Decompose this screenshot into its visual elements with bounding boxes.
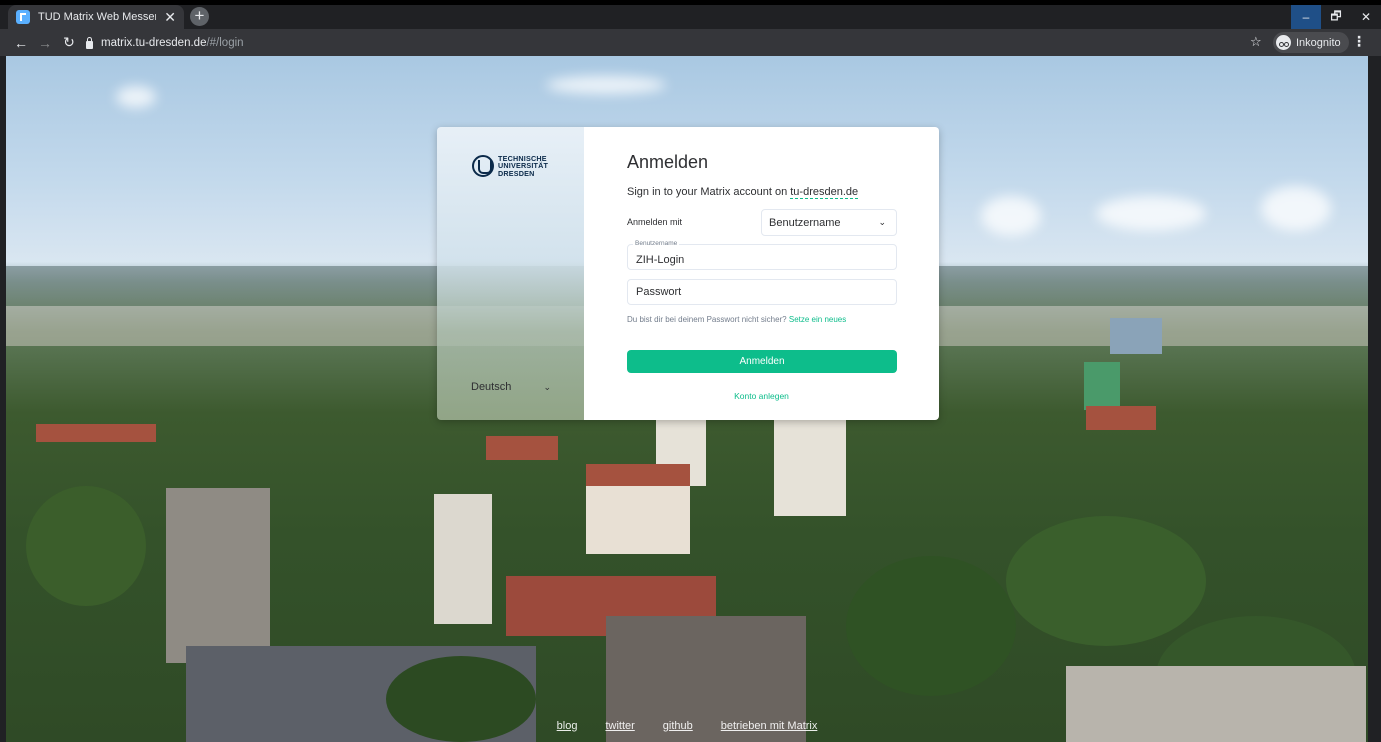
brand-panel: TECHNISCHE UNIVERSITÄT DRESDEN Deutsch ⌄: [437, 127, 584, 420]
reload-icon[interactable]: ↻: [57, 34, 81, 51]
tud-logo-icon: [472, 155, 494, 178]
building: [1084, 362, 1120, 410]
page-title: Anmelden: [627, 152, 709, 172]
cloud: [1261, 186, 1331, 231]
login-with-label: Anmelden mit: [627, 217, 683, 227]
username-field[interactable]: Benutzername ZIH-Login: [627, 240, 897, 270]
login-form: Anmelden Sign in to your Matrix account …: [584, 127, 939, 420]
cloud: [546, 76, 666, 94]
building: [774, 416, 846, 516]
tab-title: TUD Matrix Web Messenger: [38, 11, 156, 23]
building: [166, 488, 270, 663]
chevron-down-icon: ⌄: [543, 381, 551, 392]
tree: [1006, 516, 1206, 646]
kebab-menu-icon[interactable]: ⋮: [1352, 33, 1366, 50]
password-hint: Du bist dir bei deinem Passwort nicht si…: [627, 315, 847, 324]
footer-link-github[interactable]: github: [663, 720, 693, 732]
red-roof: [36, 424, 156, 442]
create-account-link[interactable]: Konto anlegen: [584, 391, 939, 401]
login-card: TECHNISCHE UNIVERSITÄT DRESDEN Deutsch ⌄…: [437, 127, 939, 420]
close-window-button[interactable]: ✕: [1351, 5, 1381, 29]
browser-toolbar: ← → ↻ matrix.tu-dresden.de/#/login ☆ Ink…: [0, 29, 1381, 56]
window-controls: – 🗗 ✕: [1291, 5, 1381, 29]
login-type-value: Benutzername: [769, 216, 841, 229]
restore-button[interactable]: 🗗: [1321, 5, 1351, 29]
username-floating-label: Benutzername: [633, 240, 680, 247]
url-host: matrix.tu-dresden.de: [101, 37, 207, 49]
new-tab-button[interactable]: +: [190, 7, 209, 26]
tud-logo-text: TECHNISCHE UNIVERSITÄT DRESDEN: [498, 154, 549, 178]
lock-icon: [86, 36, 93, 49]
language-selector[interactable]: Deutsch ⌄: [471, 381, 551, 393]
building: [586, 486, 690, 554]
incognito-icon: [1276, 35, 1291, 50]
tree: [846, 556, 1016, 696]
chevron-down-icon: ⌄: [878, 217, 886, 227]
forward-arrow-icon[interactable]: →: [33, 35, 57, 51]
reset-password-link[interactable]: Setze ein neues: [789, 315, 846, 324]
footer-links: blog twitter github betrieben mit Matrix: [6, 720, 1368, 732]
minimize-button[interactable]: –: [1291, 5, 1321, 29]
footer-link-matrix[interactable]: betrieben mit Matrix: [721, 720, 818, 732]
bookmark-star-icon[interactable]: ☆: [1250, 34, 1262, 50]
red-roof: [486, 436, 558, 460]
profile-button[interactable]: Inkognito: [1273, 32, 1349, 53]
password-field[interactable]: Passwort: [627, 279, 897, 305]
cloud: [981, 196, 1041, 236]
building: [1110, 318, 1162, 354]
back-arrow-icon[interactable]: ←: [9, 35, 33, 51]
sign-in-button[interactable]: Anmelden: [627, 350, 897, 373]
red-roof: [1086, 406, 1156, 430]
cloud: [1096, 196, 1206, 231]
observatory-tower: [434, 494, 492, 624]
server-info: Sign in to your Matrix account on tu-dre…: [627, 186, 859, 199]
address-bar[interactable]: matrix.tu-dresden.de/#/login: [86, 33, 1266, 53]
profile-label: Inkognito: [1296, 36, 1341, 49]
username-value: ZIH-Login: [636, 253, 685, 266]
browser-tabstrip: TUD Matrix Web Messenger ✕ + – 🗗 ✕: [0, 0, 1381, 29]
login-type-select[interactable]: Benutzername ⌄: [761, 209, 897, 236]
cloud: [116, 86, 156, 108]
password-placeholder: Passwort: [636, 286, 682, 298]
tab-close-icon[interactable]: ✕: [164, 10, 176, 24]
footer-link-twitter[interactable]: twitter: [605, 720, 634, 732]
browser-tab[interactable]: TUD Matrix Web Messenger ✕: [8, 5, 184, 29]
server-link[interactable]: tu-dresden.de: [790, 186, 859, 199]
element-favicon-icon: [16, 10, 30, 24]
language-label: Deutsch: [471, 381, 512, 393]
url-path: /#/login: [206, 37, 244, 49]
footer-link-blog[interactable]: blog: [557, 720, 578, 732]
tud-logo: TECHNISCHE UNIVERSITÄT DRESDEN: [472, 155, 548, 177]
tree: [26, 486, 146, 606]
